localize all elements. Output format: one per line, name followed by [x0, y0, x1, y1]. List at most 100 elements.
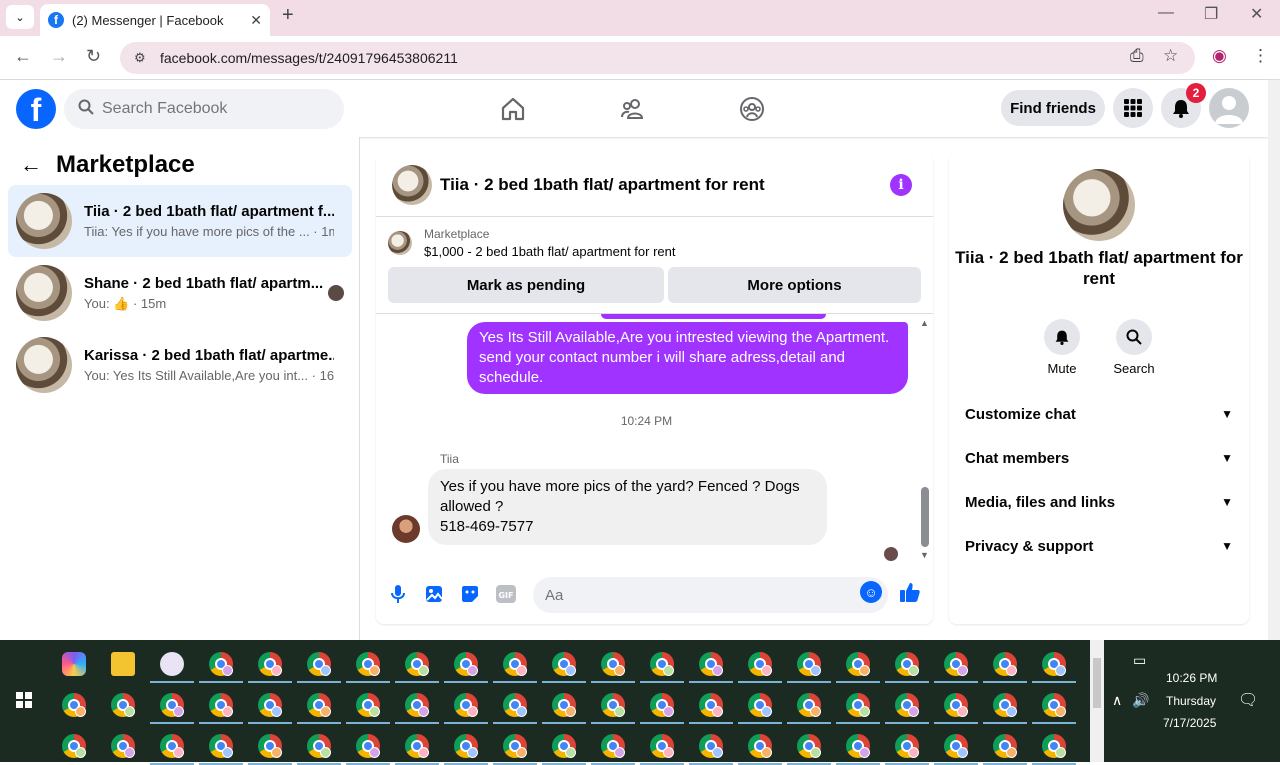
scroll-thumb[interactable] [921, 487, 929, 547]
taskbar-app-icon[interactable] [62, 652, 86, 676]
tab-search-button[interactable]: ⌄ [6, 5, 34, 29]
taskbar-app-icon[interactable] [209, 652, 233, 676]
taskbar-scrollbar[interactable] [1090, 640, 1104, 762]
taskbar-app-icon[interactable] [797, 652, 821, 676]
back-icon[interactable]: ← [14, 46, 32, 67]
taskbar-app-icon[interactable] [307, 652, 331, 676]
taskbar-app-icon[interactable] [895, 693, 919, 717]
close-window-icon[interactable]: ✕ [1250, 4, 1263, 24]
taskbar-app-icon[interactable] [258, 734, 282, 758]
menu-grid-icon[interactable] [1113, 88, 1153, 128]
clock-time[interactable]: 10:26 PM [1166, 671, 1217, 685]
site-info-icon[interactable]: ⚙ [134, 50, 150, 66]
incoming-message[interactable]: Yes if you have more pics of the yard? F… [428, 469, 827, 545]
taskbar-app-icon[interactable] [1042, 734, 1066, 758]
taskbar-app-icon[interactable] [454, 652, 478, 676]
taskbar-app-icon[interactable] [62, 734, 86, 758]
taskbar-app-icon[interactable] [405, 734, 429, 758]
sticker-icon[interactable] [459, 583, 481, 605]
conversation-item[interactable]: Shane · 2 bed 1bath flat/ apartm... You:… [8, 257, 352, 329]
taskbar-app-icon[interactable] [160, 734, 184, 758]
taskbar-app-icon[interactable] [601, 652, 625, 676]
conversation-item[interactable]: Tiia · 2 bed 1bath flat/ apartment f... … [8, 185, 352, 257]
clock-date[interactable]: 7/17/2025 [1163, 716, 1216, 730]
tray-chevron-up-icon[interactable]: ∧ [1112, 692, 1122, 709]
taskbar-app-icon[interactable] [405, 652, 429, 676]
taskbar-app-icon[interactable] [846, 652, 870, 676]
search-box[interactable] [64, 89, 344, 129]
taskbar-app-icon[interactable] [797, 734, 821, 758]
account-avatar[interactable] [1209, 88, 1249, 128]
taskbar-app-icon[interactable] [160, 652, 184, 676]
message-input-box[interactable] [533, 577, 888, 613]
taskbar-app-icon[interactable] [1042, 652, 1066, 676]
taskbar-app-icon[interactable] [1042, 693, 1066, 717]
taskbar-app-icon[interactable] [454, 734, 478, 758]
taskbar-app-icon[interactable] [258, 693, 282, 717]
chat-avatar[interactable] [392, 164, 432, 205]
taskbar-app-icon[interactable] [748, 734, 772, 758]
taskbar-app-icon[interactable] [650, 734, 674, 758]
taskbar-app-icon[interactable] [601, 693, 625, 717]
taskbar-app-icon[interactable] [699, 652, 723, 676]
taskbar-app-icon[interactable] [699, 693, 723, 717]
taskbar-app-icon[interactable] [846, 734, 870, 758]
taskbar-app-icon[interactable] [944, 734, 968, 758]
taskbar-app-icon[interactable] [993, 652, 1017, 676]
taskbar-app-icon[interactable] [307, 693, 331, 717]
taskbar-app-icon[interactable] [160, 693, 184, 717]
taskbar-app-icon[interactable] [111, 652, 135, 676]
windows-start-icon[interactable] [16, 692, 32, 708]
taskbar-app-icon[interactable] [356, 652, 380, 676]
taskbar-app-icon[interactable] [552, 734, 576, 758]
taskbar-app-icon[interactable] [748, 652, 772, 676]
taskbar-app-icon[interactable] [454, 693, 478, 717]
bookmark-star-icon[interactable]: ☆ [1163, 46, 1178, 66]
groups-icon[interactable] [739, 96, 765, 122]
taskbar-app-icon[interactable] [356, 734, 380, 758]
taskbar-app-icon[interactable] [405, 693, 429, 717]
taskbar-app-icon[interactable] [944, 652, 968, 676]
chat-title[interactable]: Tiia · 2 bed 1bath flat/ apartment for r… [440, 175, 765, 195]
taskbar-app-icon[interactable] [111, 734, 135, 758]
media-files-row[interactable]: Media, files and links ▼ [965, 484, 1233, 520]
taskbar-app-icon[interactable] [503, 693, 527, 717]
more-options-button[interactable]: More options [668, 267, 921, 303]
mark-pending-button[interactable]: Mark as pending [388, 267, 664, 303]
scroll-down-icon[interactable]: ▼ [920, 550, 929, 560]
photo-icon[interactable] [423, 583, 445, 605]
taskbar-app-icon[interactable] [209, 693, 233, 717]
search-input[interactable] [102, 100, 322, 118]
new-tab-icon[interactable]: + [282, 4, 294, 27]
profile-icon[interactable]: ◉ [1212, 46, 1227, 66]
taskbar-app-icon[interactable] [797, 693, 821, 717]
taskbar-app-icon[interactable] [503, 734, 527, 758]
taskbar-app-icon[interactable] [552, 693, 576, 717]
thumbs-up-icon[interactable] [899, 581, 921, 603]
minimize-icon[interactable]: — [1158, 4, 1174, 22]
taskbar-app-icon[interactable] [503, 652, 527, 676]
marketplace-listing[interactable]: Marketplace $1,000 - 2 bed 1bath flat/ a… [388, 227, 676, 259]
taskbar-app-icon[interactable] [895, 652, 919, 676]
page-scrollbar[interactable] [1268, 80, 1280, 640]
taskbar-app-icon[interactable] [307, 734, 331, 758]
search-conversation-button[interactable]: Search [1109, 319, 1159, 376]
home-icon[interactable] [500, 96, 526, 122]
mute-button[interactable]: Mute [1037, 319, 1087, 376]
taskbar-app-icon[interactable] [748, 693, 772, 717]
taskbar-app-icon[interactable] [111, 693, 135, 717]
clock-day[interactable]: Thursday [1166, 694, 1216, 708]
scroll-up-icon[interactable]: ▲ [920, 318, 929, 328]
friends-icon[interactable] [620, 96, 646, 122]
notifications-center-icon[interactable]: 🗨 [1238, 690, 1258, 710]
message-input[interactable] [545, 586, 845, 604]
taskbar-app-icon[interactable] [993, 734, 1017, 758]
microphone-icon[interactable] [387, 583, 409, 605]
taskbar-app-icon[interactable] [601, 734, 625, 758]
taskbar-app-icon[interactable] [846, 693, 870, 717]
conversation-item[interactable]: Karissa · 2 bed 1bath flat/ apartme... Y… [8, 329, 352, 401]
customize-chat-row[interactable]: Customize chat ▼ [965, 396, 1233, 432]
taskbar-app-icon[interactable] [62, 693, 86, 717]
reload-icon[interactable]: ↻ [86, 46, 101, 67]
taskbar-app-icon[interactable] [356, 693, 380, 717]
